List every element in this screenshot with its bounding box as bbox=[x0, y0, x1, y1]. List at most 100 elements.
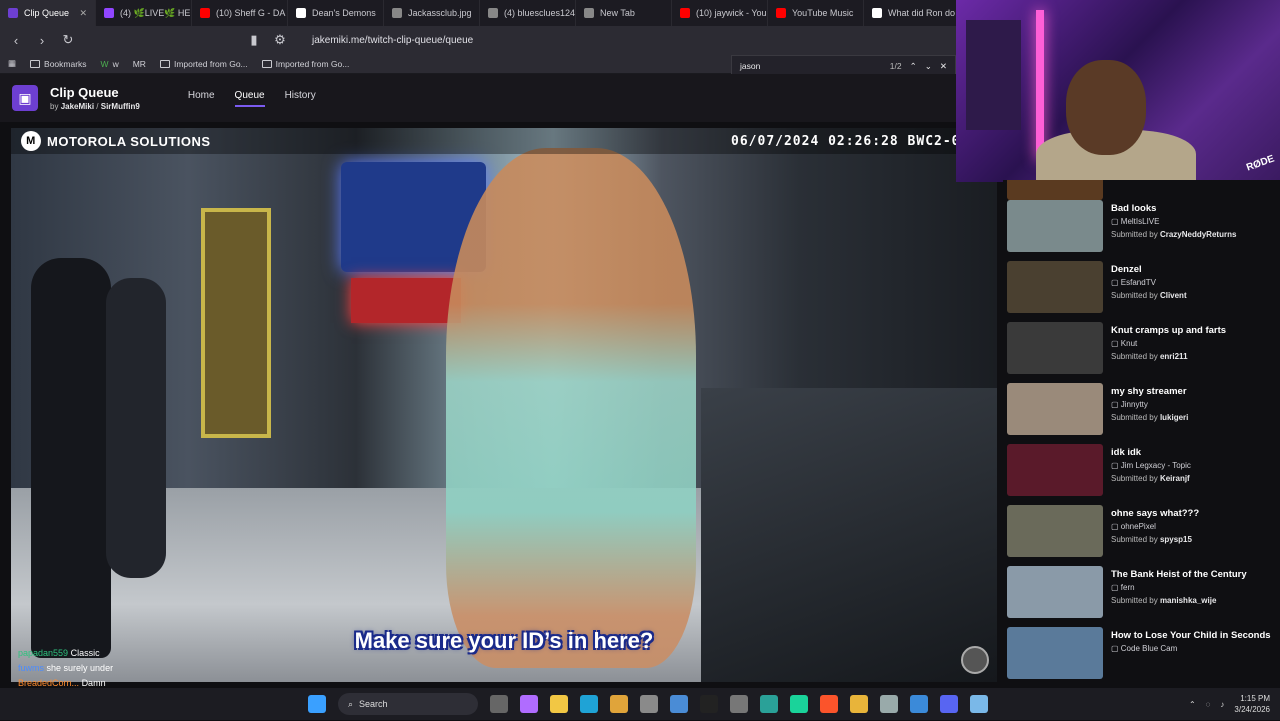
clip-title[interactable]: How to Lose Your Child in Seconds bbox=[1111, 629, 1271, 642]
app-logo-icon[interactable]: ▣ bbox=[12, 85, 38, 111]
copilot-icon[interactable] bbox=[520, 695, 538, 713]
clip-channel[interactable]: ▢ fern bbox=[1111, 581, 1247, 594]
chevron-up-icon[interactable]: ⌃ bbox=[1189, 700, 1196, 709]
bookmark-item[interactable]: Imported from Go... bbox=[261, 59, 349, 69]
calculator-icon[interactable] bbox=[640, 695, 658, 713]
clip-title[interactable]: ohne says what??? bbox=[1111, 507, 1199, 520]
browser-tab[interactable]: Dean's Demons bbox=[288, 0, 384, 26]
queue-clip[interactable]: Denzel ▢ EsfandTV Submitted by Clivent bbox=[1003, 259, 1280, 320]
back-icon[interactable]: ‹ bbox=[8, 32, 24, 48]
browser-tab[interactable]: (4) 🌿LIVE🌿 HER bbox=[96, 0, 192, 26]
chat-username[interactable]: papadan559 bbox=[18, 648, 68, 658]
tab-label: Jackassclub.jpg bbox=[408, 8, 472, 18]
settings-icon[interactable] bbox=[730, 695, 748, 713]
clip-thumbnail[interactable] bbox=[1007, 566, 1103, 618]
find-next-icon[interactable]: ⌄ bbox=[925, 61, 932, 72]
close-tab-icon[interactable]: ✕ bbox=[79, 8, 87, 19]
queue-clip[interactable]: How to Lose Your Child in Seconds ▢ Code … bbox=[1003, 625, 1280, 686]
clip-thumbnail[interactable] bbox=[1007, 505, 1103, 557]
bookmark-icon[interactable]: ▮ bbox=[246, 32, 262, 48]
clip-title[interactable]: idk idk bbox=[1111, 446, 1191, 459]
browser-tab[interactable]: (4) bluesclues124 bbox=[480, 0, 576, 26]
find-prev-icon[interactable]: ⌃ bbox=[910, 61, 917, 72]
queue-clip[interactable]: my shy streamer ▢ Jinnytty Submitted by lu… bbox=[1003, 381, 1280, 442]
clip-channel[interactable]: ▢ EsfandTV bbox=[1111, 276, 1187, 289]
browser-tab[interactable]: YouTube Music bbox=[768, 0, 864, 26]
bookmark-item[interactable]: Imported from Go... bbox=[159, 59, 248, 69]
queue-clip[interactable]: Knut cramps up and farts ▢ Knut Submitted … bbox=[1003, 320, 1280, 381]
nav-history[interactable]: History bbox=[285, 90, 316, 107]
site-info-icon[interactable]: ⚙ bbox=[272, 32, 288, 48]
clip-channel[interactable]: ▢ ohnePixel bbox=[1111, 520, 1199, 533]
clip-channel[interactable]: ▢ MeltIsLIVE bbox=[1111, 215, 1236, 228]
clip-thumbnail[interactable] bbox=[1007, 627, 1103, 679]
find-input[interactable]: jason bbox=[740, 61, 760, 71]
queue-clip[interactable]: Submitted by jkingzprodit bbox=[1003, 180, 1280, 200]
clip-channel[interactable]: ▢ Jinnytty bbox=[1111, 398, 1188, 411]
bookmark-item[interactable]: Ww bbox=[101, 59, 119, 69]
clip-thumbnail[interactable] bbox=[1007, 383, 1103, 435]
clip-title[interactable]: my shy streamer bbox=[1111, 385, 1188, 398]
channel-icon: ▢ bbox=[1111, 400, 1121, 409]
clip-title[interactable]: Bad looks bbox=[1111, 202, 1236, 215]
clip-thumbnail[interactable] bbox=[1007, 180, 1103, 200]
app-icon[interactable] bbox=[880, 695, 898, 713]
nav-home[interactable]: Home bbox=[188, 90, 215, 107]
browser-tab[interactable]: Jackassclub.jpg bbox=[384, 0, 480, 26]
network-icon[interactable]: ◌ bbox=[1206, 700, 1211, 709]
clip-thumbnail[interactable] bbox=[1007, 444, 1103, 496]
brave-icon[interactable] bbox=[820, 695, 838, 713]
chat-username[interactable]: fuwms bbox=[18, 663, 44, 673]
clip-info: Knut cramps up and farts ▢ Knut Submitted … bbox=[1111, 322, 1226, 379]
forward-icon[interactable]: › bbox=[34, 32, 50, 48]
find-close-icon[interactable]: ✕ bbox=[940, 61, 947, 72]
browser-tab[interactable]: New Tab bbox=[576, 0, 672, 26]
app-icon[interactable] bbox=[790, 695, 808, 713]
discord-icon[interactable] bbox=[940, 695, 958, 713]
store-icon[interactable] bbox=[610, 695, 628, 713]
tab-favicon-icon bbox=[8, 8, 18, 18]
edge-icon[interactable] bbox=[580, 695, 598, 713]
app-header: ▣ Clip Queue by JakeMiki / SirMuffin9 Ho… bbox=[0, 74, 1000, 122]
clip-channel[interactable]: ▢ Jim Legxacy - Topic bbox=[1111, 459, 1191, 472]
video-player[interactable]: M MOTOROLA SOLUTIONS 06/07/2024 02:26:28 … bbox=[11, 128, 997, 682]
task-view-icon[interactable] bbox=[490, 695, 508, 713]
queue-clip[interactable]: The Bank Heist of the Century ▢ fern Submi… bbox=[1003, 564, 1280, 625]
queue-clip[interactable]: Bad looks ▢ MeltIsLIVE Submitted by CrazyN… bbox=[1003, 198, 1280, 259]
browser-tab[interactable]: (10) jaywick - You bbox=[672, 0, 768, 26]
app-icon[interactable] bbox=[910, 695, 928, 713]
url-text[interactable]: jakemiki.me/twitch-clip-queue/queue bbox=[312, 35, 473, 46]
nav-queue[interactable]: Queue bbox=[234, 90, 265, 107]
browser-tab[interactable]: Clip Queue ✕ bbox=[0, 0, 96, 26]
app-icon[interactable] bbox=[760, 695, 778, 713]
author-link[interactable]: JakeMiki bbox=[61, 102, 94, 111]
clip-thumbnail[interactable] bbox=[1007, 322, 1103, 374]
bookmark-item[interactable]: Bookmarks bbox=[30, 59, 87, 69]
queue-clip[interactable]: ohne says what??? ▢ ohnePixel Submitted by… bbox=[1003, 503, 1280, 564]
start-icon[interactable] bbox=[308, 695, 326, 713]
clip-title[interactable]: Knut cramps up and farts bbox=[1111, 324, 1226, 337]
browser-tab[interactable]: What did Ron do bbox=[864, 0, 960, 26]
clock[interactable]: 1:15 PM 3/24/2026 bbox=[1234, 693, 1270, 715]
clip-thumbnail[interactable] bbox=[1007, 200, 1103, 252]
apps-icon[interactable]: ▦ bbox=[8, 58, 16, 69]
browser-tab[interactable]: (10) Sheff G - DA bbox=[192, 0, 288, 26]
reload-icon[interactable]: ↻ bbox=[60, 32, 76, 48]
taskbar-search[interactable]: ⌕ Search bbox=[338, 693, 478, 715]
clip-thumbnail[interactable] bbox=[1007, 261, 1103, 313]
chat-username[interactable]: BreadedCorn... bbox=[18, 678, 79, 688]
clip-channel[interactable]: ▢ Knut bbox=[1111, 337, 1226, 350]
clip-channel[interactable]: ▢ Code Blue Cam bbox=[1111, 642, 1271, 655]
clip-info: How to Lose Your Child in Seconds ▢ Code … bbox=[1111, 627, 1271, 684]
author-link[interactable]: SirMuffin9 bbox=[101, 102, 140, 111]
volume-icon[interactable]: ♪ bbox=[1220, 700, 1224, 709]
clip-title[interactable]: The Bank Heist of the Century bbox=[1111, 568, 1247, 581]
app-icon[interactable] bbox=[670, 695, 688, 713]
bookmark-item[interactable]: MR bbox=[133, 59, 146, 69]
queue-clip[interactable]: idk idk ▢ Jim Legxacy - Topic Submitted by… bbox=[1003, 442, 1280, 503]
app-icon[interactable] bbox=[700, 695, 718, 713]
chrome-icon[interactable] bbox=[850, 695, 868, 713]
file-explorer-icon[interactable] bbox=[550, 695, 568, 713]
clip-title[interactable]: Denzel bbox=[1111, 263, 1187, 276]
notepad-icon[interactable] bbox=[970, 695, 988, 713]
